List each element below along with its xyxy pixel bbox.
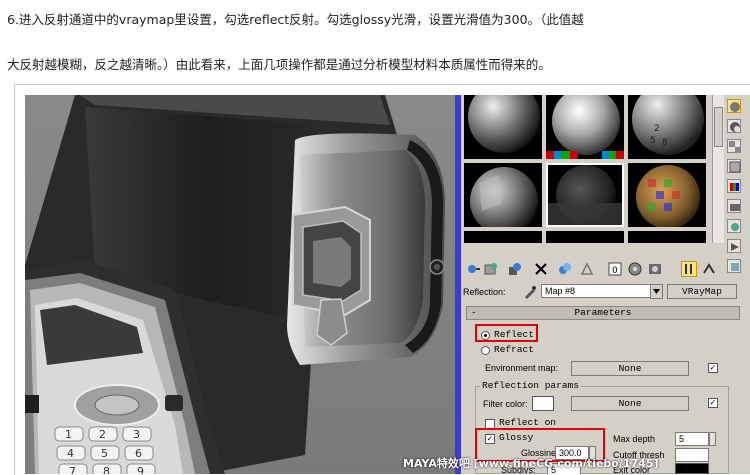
filter-color-label: Filter color: [483, 399, 528, 409]
refract-radio[interactable] [481, 346, 490, 355]
cutoff-thresh-input[interactable] [675, 448, 709, 462]
material-slot-1[interactable] [464, 95, 542, 159]
sample-type-icon[interactable] [727, 99, 741, 113]
key-6: 6 [135, 447, 142, 460]
material-slot-2[interactable] [546, 95, 624, 159]
filter-map-checkbox[interactable]: ✓ [708, 398, 718, 408]
reset-map-icon[interactable] [533, 261, 549, 277]
filter-color-swatch[interactable] [532, 396, 554, 411]
map-name-dropdown[interactable] [650, 284, 663, 299]
watermark: MAYA特效吧 [www.fineCG.com/tiebo/1745] [403, 457, 659, 470]
environment-map-button[interactable]: None [571, 361, 689, 376]
material-slot-7-partial[interactable] [464, 231, 542, 243]
max-depth-value: 5 [679, 434, 685, 444]
options-icon[interactable] [727, 219, 741, 233]
get-material-icon[interactable] [465, 261, 481, 277]
slot-number-8: 8 [662, 138, 668, 148]
phone-keypad: 1 2 3 4 5 6 7 8 9 [54, 426, 156, 474]
slot-number-2: 2 [654, 124, 660, 134]
slots-scrollbar[interactable] [712, 95, 724, 243]
make-unique-icon[interactable] [557, 261, 573, 277]
select-by-material-icon[interactable] [727, 239, 741, 253]
exit-color-swatch[interactable] [675, 463, 709, 474]
environment-map-label: Environment map: [485, 363, 559, 373]
parameters-title: Parameters [574, 307, 632, 318]
make-preview-icon[interactable] [727, 199, 741, 213]
material-slot-4[interactable] [464, 163, 542, 227]
reflect-highlight-box [475, 324, 538, 342]
map-type-button[interactable]: VRayMap [667, 284, 737, 299]
key-9: 9 [137, 465, 144, 474]
material-slot-6[interactable] [628, 163, 706, 227]
material-slot-9-partial[interactable] [628, 231, 706, 243]
slot-number-5: 5 [650, 136, 656, 146]
material-editor-toolbar: 0 [461, 258, 721, 280]
key-8: 8 [103, 465, 110, 474]
key-2: 2 [99, 428, 106, 441]
max-depth-input[interactable]: 5 [675, 432, 709, 446]
map-name-field[interactable]: Map #8 [541, 284, 663, 298]
rollout-collapse-icon: - [471, 307, 477, 318]
max-depth-spinner[interactable] [709, 432, 716, 446]
key-4: 4 [67, 447, 74, 460]
put-to-scene-icon[interactable] [483, 261, 499, 277]
backlight-icon[interactable] [727, 119, 741, 133]
reflection-label: Reflection: [463, 287, 506, 297]
reflect-on-label: Reflect on [499, 417, 557, 428]
3d-viewport[interactable]: 1 2 3 4 5 6 7 8 9 [25, 95, 455, 474]
key-7: 7 [69, 465, 76, 474]
parameters-rollout-header[interactable]: - Parameters [466, 306, 740, 320]
material-slot-3[interactable]: 2 5 8 [628, 95, 706, 159]
go-to-parent-icon[interactable] [681, 261, 697, 277]
reflection-map-row: Reflection: Map #8 VRayMap [461, 284, 750, 301]
filter-map-button[interactable]: None [571, 396, 689, 411]
max-depth-label: Max depth [613, 434, 656, 444]
map-name-text: Map #8 [545, 286, 576, 296]
svg-text:0: 0 [612, 266, 618, 276]
background-icon[interactable] [727, 139, 741, 153]
material-slot-5-active[interactable] [546, 163, 624, 227]
go-forward-sibling-icon[interactable] [701, 261, 717, 277]
sample-uv-tiling-icon[interactable] [727, 159, 741, 173]
pick-material-icon[interactable] [523, 285, 537, 299]
reflection-params-title: Reflection params [480, 380, 581, 391]
material-editor-panel: 2 5 8 0 Reflection: Map #8 VRayMap - Par… [461, 95, 750, 474]
chevron-down-icon [653, 289, 660, 294]
phone-render: 1 2 3 4 5 6 7 8 9 [25, 95, 455, 474]
material-effects-channel-icon[interactable]: 0 [607, 261, 623, 277]
assign-material-icon[interactable] [507, 261, 523, 277]
key-3: 3 [133, 428, 140, 441]
key-1: 1 [65, 428, 72, 441]
refract-label: Refract [494, 344, 534, 355]
environment-map-checkbox[interactable]: ✓ [708, 363, 718, 373]
show-end-result-icon[interactable] [647, 261, 663, 277]
key-5: 5 [101, 447, 108, 460]
material-map-navigator-icon[interactable] [727, 259, 741, 273]
video-color-check-icon[interactable] [727, 179, 741, 193]
article-paragraph-line-1: 6.进入反射通道中的vraymap里设置，勾选reflect反射。勾选gloss… [7, 12, 584, 27]
article-paragraph-line-2: 大反射越模糊，反之越清晰。）由此看来，上面几项操作都是通过分析模型材料本质属性而… [7, 57, 551, 72]
put-to-library-icon[interactable] [579, 261, 595, 277]
show-map-icon[interactable] [627, 261, 643, 277]
slots-scrollbar-thumb[interactable] [714, 107, 723, 147]
material-slot-8-partial[interactable] [546, 231, 624, 243]
